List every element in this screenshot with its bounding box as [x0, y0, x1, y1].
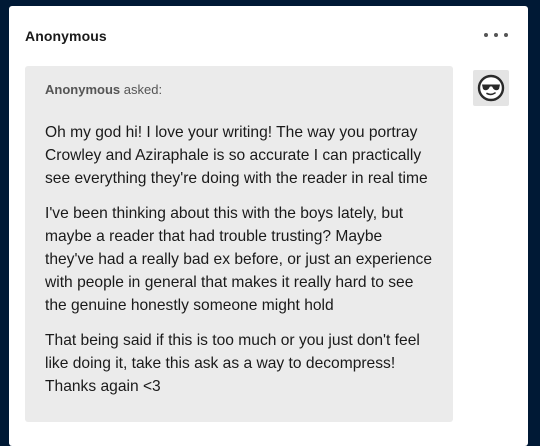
- ask-paragraph: Oh my god hi! I love your writing! The w…: [45, 124, 428, 187]
- ask-bubble: Anonymous asked: Oh my god hi! I love yo…: [25, 66, 453, 422]
- ellipsis-icon: [504, 33, 508, 37]
- asker-name: Anonymous: [45, 82, 121, 97]
- post-blog-name[interactable]: Anonymous: [25, 28, 107, 44]
- ellipsis-icon: [494, 33, 498, 37]
- ask-paragraph: I've been thinking about this with the b…: [45, 205, 432, 314]
- ellipsis-icon: [484, 33, 488, 37]
- asker-line: Anonymous asked:: [45, 82, 162, 97]
- anonymous-avatar: [473, 70, 509, 106]
- more-options-button[interactable]: [484, 28, 508, 42]
- ask-paragraph: That being said if this is too much or y…: [45, 332, 420, 395]
- sunglasses-face-icon: [477, 74, 505, 102]
- post-card: Anonymous Anonymous asked: Oh my god hi!…: [9, 6, 528, 446]
- ask-body: Oh my god hi! I love your writing! The w…: [45, 121, 435, 410]
- asked-label: asked:: [123, 82, 163, 97]
